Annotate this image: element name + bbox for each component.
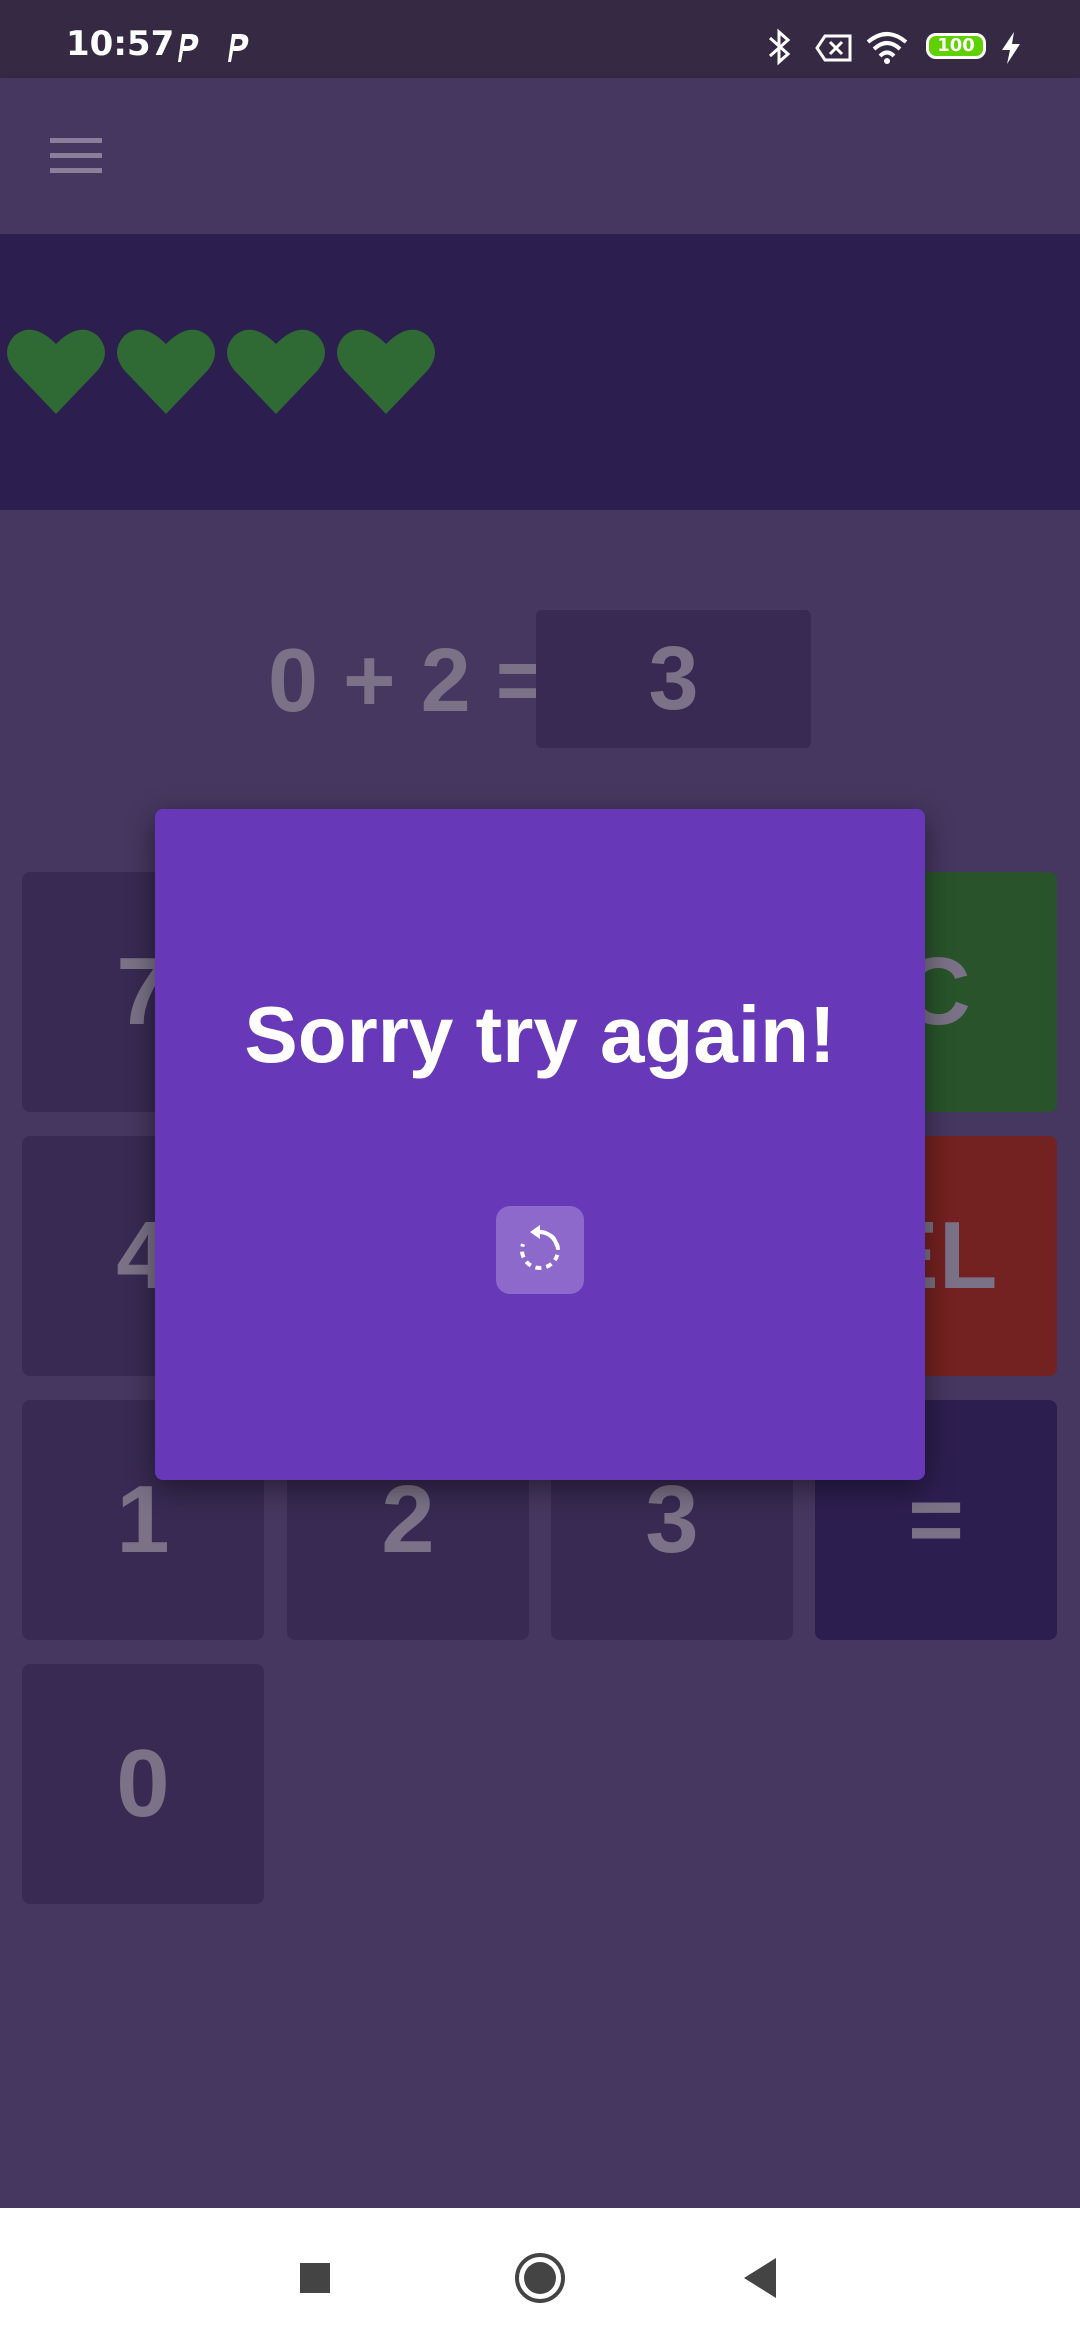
recents-icon[interactable] (287, 2250, 343, 2306)
retry-icon (519, 1225, 560, 1270)
home-icon[interactable] (512, 2250, 568, 2306)
retry-button[interactable] (496, 1206, 584, 1294)
system-nav-bar (0, 2208, 1080, 2340)
back-icon[interactable] (734, 2250, 790, 2306)
result-dialog: Sorry try again! (155, 809, 925, 1480)
dialog-title: Sorry try again! (244, 990, 836, 1079)
